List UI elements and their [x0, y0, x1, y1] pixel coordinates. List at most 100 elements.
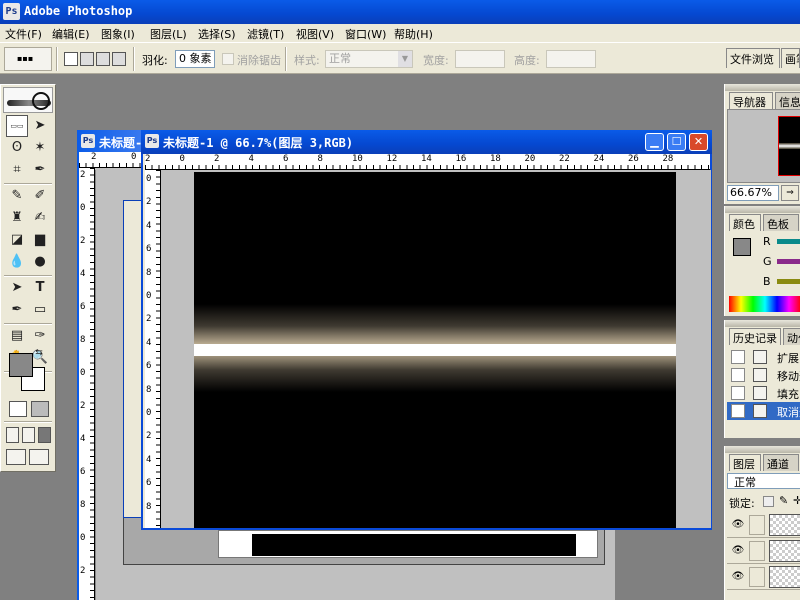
- r-slider[interactable]: [777, 239, 800, 244]
- eye-icon[interactable]: 👁: [729, 515, 747, 535]
- app-title-bar[interactable]: Ps Adobe Photoshop: [0, 0, 800, 24]
- slice-tool-icon[interactable]: ✒: [29, 159, 51, 181]
- crop-tool-icon[interactable]: ⌗: [6, 159, 28, 181]
- doc-back-title-bar[interactable]: Ps 未标题-1: [77, 130, 149, 152]
- tab-swatches[interactable]: 色板: [763, 214, 799, 231]
- tab-info[interactable]: 信息: [775, 92, 800, 109]
- tab-color[interactable]: 颜色: [729, 214, 761, 231]
- maximize-button[interactable]: ☐: [667, 133, 686, 151]
- menu-select[interactable]: 选择(S): [198, 26, 236, 42]
- g-slider[interactable]: [777, 259, 800, 264]
- layer-row[interactable]: 👁: [727, 538, 800, 564]
- feather-input[interactable]: 0 象素: [175, 50, 215, 68]
- history-snapshot-box[interactable]: [731, 368, 745, 382]
- lasso-tool-icon[interactable]: ʘ: [6, 137, 28, 159]
- pen-tool-icon[interactable]: ✒: [6, 299, 28, 321]
- menu-view[interactable]: 视图(V): [296, 26, 334, 42]
- history-snapshot-box[interactable]: [731, 386, 745, 400]
- lock-move-icon[interactable]: ✛: [793, 494, 800, 507]
- palette-grip[interactable]: [725, 446, 800, 453]
- tab-channels[interactable]: 通道: [763, 454, 799, 471]
- style-select[interactable]: 正常 ▼: [325, 50, 413, 68]
- screen-mode-standard-icon[interactable]: [6, 427, 19, 443]
- close-button[interactable]: ✕: [689, 133, 708, 151]
- gradient-tool-icon[interactable]: ▆: [29, 229, 51, 251]
- layer-row[interactable]: 👁: [727, 512, 800, 538]
- color-ramp[interactable]: [729, 296, 800, 312]
- blend-mode-select[interactable]: 正常: [727, 473, 800, 489]
- marquee-tool[interactable]: ▭▭: [6, 115, 28, 137]
- antialias-checkbox[interactable]: [222, 53, 234, 65]
- add-selection-icon[interactable]: [80, 52, 94, 66]
- minimize-button[interactable]: ▁: [645, 133, 664, 151]
- history-snapshot-box[interactable]: [731, 404, 745, 418]
- height-input[interactable]: [546, 50, 596, 68]
- layer-row[interactable]: 👁: [727, 564, 800, 590]
- foreground-color-swatch[interactable]: [9, 353, 33, 377]
- tool-preset-picker[interactable]: ▪▪▪: [4, 47, 52, 71]
- tab-file-browser[interactable]: 文件浏览: [726, 48, 780, 68]
- menu-image[interactable]: 图象(I): [101, 26, 135, 42]
- eye-icon[interactable]: 👁: [729, 541, 747, 561]
- document-window-front[interactable]: Ps 未标题-1 @ 66.7%(图层 3,RGB) ▁ ☐ ✕ 2024681…: [141, 130, 712, 530]
- navigator-view-box[interactable]: [778, 116, 800, 176]
- intersect-selection-icon[interactable]: [112, 52, 126, 66]
- navigator-zoom-input[interactable]: 66.67%: [727, 185, 779, 201]
- quickmask-mode-icon[interactable]: [31, 401, 49, 417]
- shape-tool-icon[interactable]: ▭: [29, 299, 51, 321]
- palette-grip[interactable]: [725, 84, 800, 91]
- tab-brushes[interactable]: 画笔: [781, 48, 800, 68]
- navigator-preview[interactable]: [727, 109, 800, 183]
- blur-tool-icon[interactable]: 💧: [6, 251, 28, 273]
- stamp-tool-icon[interactable]: ♜: [6, 207, 28, 229]
- move-tool-icon[interactable]: ➤: [29, 115, 51, 137]
- healing-brush-icon[interactable]: ✎: [6, 185, 28, 207]
- tab-layers[interactable]: 图层: [729, 454, 761, 471]
- color-fg-swatch[interactable]: [733, 238, 751, 256]
- layer-link-box[interactable]: [749, 567, 765, 587]
- brush-tool-icon[interactable]: ✐: [29, 185, 51, 207]
- subtract-selection-icon[interactable]: [96, 52, 110, 66]
- history-item[interactable]: 填充: [727, 384, 800, 402]
- menu-window[interactable]: 窗口(W): [345, 26, 386, 42]
- history-brush-icon[interactable]: ✍: [29, 207, 51, 229]
- magic-wand-icon[interactable]: ✶: [29, 137, 51, 159]
- palette-grip[interactable]: [725, 206, 800, 213]
- dodge-tool-icon[interactable]: ●: [29, 251, 51, 273]
- path-select-icon[interactable]: ➤: [6, 277, 28, 299]
- b-slider[interactable]: [777, 279, 800, 284]
- eraser-tool-icon[interactable]: ◪: [6, 229, 28, 251]
- eye-icon[interactable]: 👁: [729, 567, 747, 587]
- palette-grip[interactable]: [725, 320, 800, 327]
- eyedropper-icon[interactable]: ✑: [29, 325, 51, 347]
- menu-help[interactable]: 帮助(H): [394, 26, 433, 42]
- tab-history[interactable]: 历史记录: [729, 328, 781, 345]
- history-item[interactable]: 移动选区: [727, 366, 800, 384]
- standard-mode-icon[interactable]: [9, 401, 27, 417]
- screen-mode-full-icon[interactable]: [38, 427, 51, 443]
- zoom-out-icon[interactable]: ⇒: [781, 185, 799, 201]
- menu-filter[interactable]: 滤镜(T): [247, 26, 284, 42]
- menu-edit[interactable]: 编辑(E): [52, 26, 90, 42]
- doc-front-title-bar[interactable]: Ps 未标题-1 @ 66.7%(图层 3,RGB) ▁ ☐ ✕: [141, 130, 712, 154]
- image-canvas[interactable]: [194, 172, 676, 528]
- history-item[interactable]: 扩展: [727, 348, 800, 366]
- imageready-logo-icon[interactable]: [29, 449, 49, 465]
- lock-transparency-icon[interactable]: [763, 496, 774, 507]
- swap-colors-icon[interactable]: ⇆: [33, 347, 45, 359]
- tab-navigator[interactable]: 导航器: [729, 92, 773, 109]
- new-selection-icon[interactable]: [64, 52, 78, 66]
- toolbox-header[interactable]: [3, 87, 53, 113]
- layer-brush-icon[interactable]: [749, 515, 765, 535]
- history-item-selected[interactable]: 取消选择: [727, 402, 800, 420]
- notes-tool-icon[interactable]: ▤: [6, 325, 28, 347]
- lock-brush-icon[interactable]: ✎: [779, 494, 788, 507]
- type-tool-icon[interactable]: T: [29, 277, 51, 299]
- history-snapshot-box[interactable]: [731, 350, 745, 364]
- width-input[interactable]: [455, 50, 505, 68]
- menu-file[interactable]: 文件(F): [5, 26, 42, 42]
- imageready-jump-icon[interactable]: [6, 449, 26, 465]
- tab-actions[interactable]: 动作: [783, 328, 800, 345]
- menu-layer[interactable]: 图层(L): [150, 26, 187, 42]
- layer-link-box[interactable]: [749, 541, 765, 561]
